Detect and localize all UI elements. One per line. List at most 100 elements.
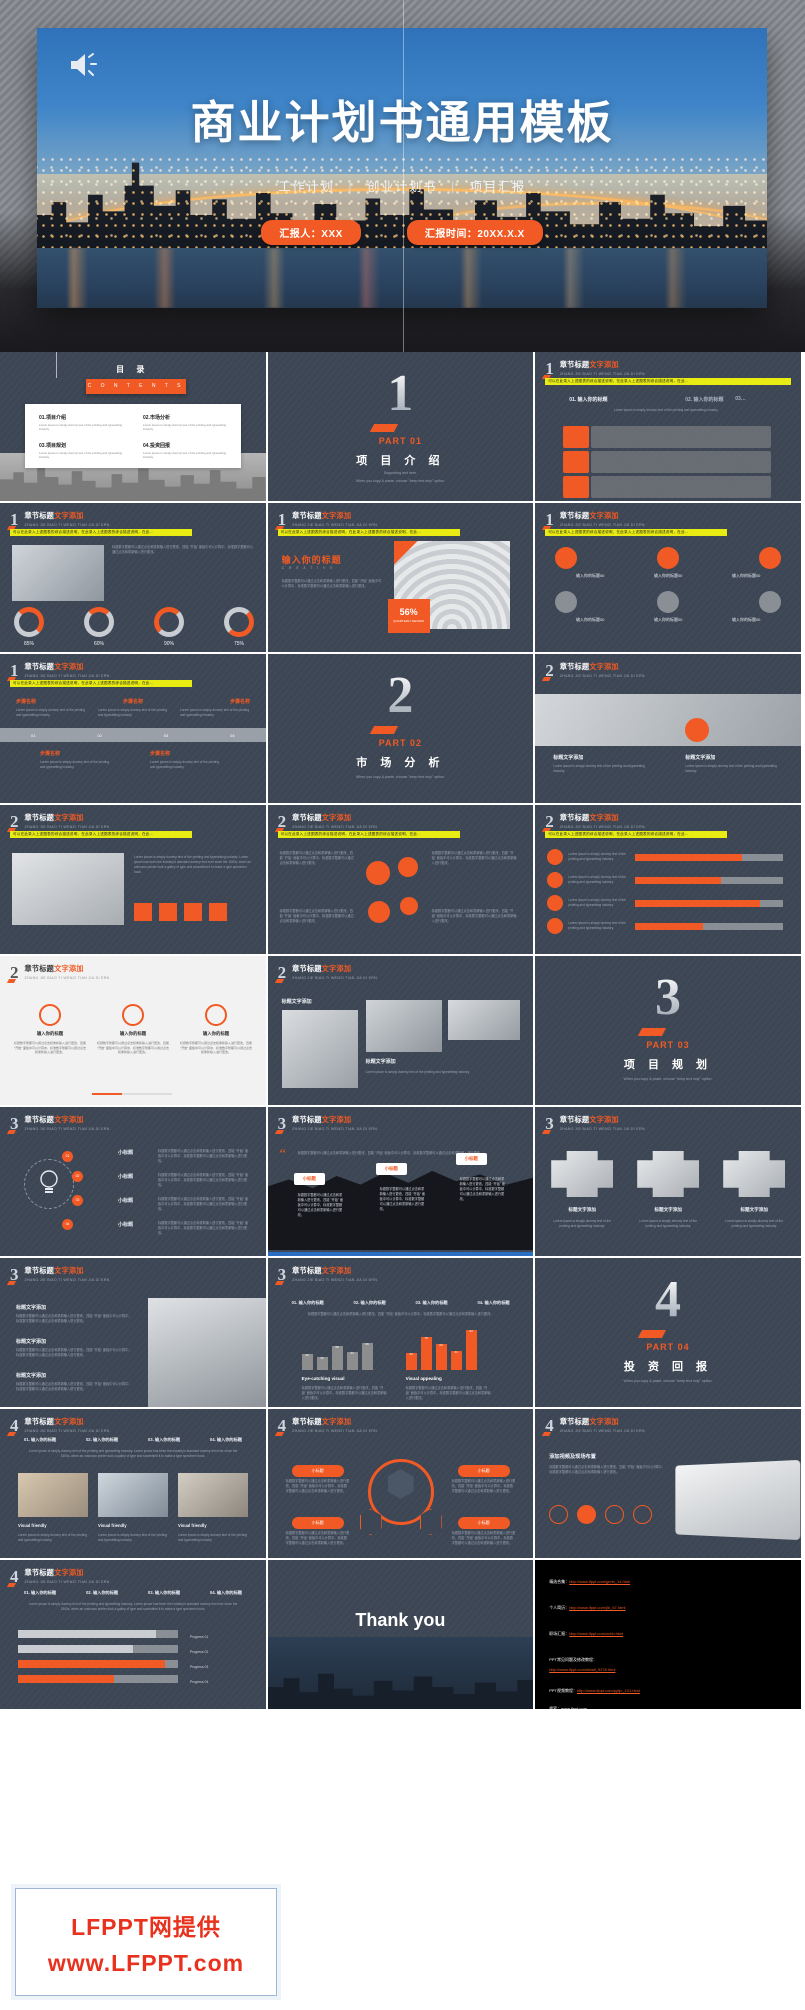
slide-thumb-text-list-photo[interactable]: 3 章节标题文字添加 ZHANG JIE BIAO TI WENZI TIAN … [0,1258,266,1407]
home-icon[interactable] [365,861,390,885]
row-label-3: 小标题 [118,1222,134,1228]
slide-thumb-bulb-timeline[interactable]: 3 章节标题文字添加 ZHANG JIE BIAO TI WENZI TIAN … [0,1107,266,1256]
card[interactable]: 输入你的标题 标题数字整都可以通过点击和重新输入进行更改，四能 "开始" 面板中… [14,1004,86,1055]
icon-circle[interactable] [657,591,680,613]
list-icon[interactable] [547,849,564,865]
step-label-2: 步骤名称 [229,699,250,705]
tag-icon[interactable] [399,897,418,915]
icon-circle[interactable] [759,591,782,613]
list-icon[interactable] [547,872,564,888]
slide-thumb-text-columns[interactable]: 2 章节标题文字添加 ZHANG JIE BIAO TI WENZI TIAN … [267,805,534,954]
slide-thumb-part-02[interactable]: 2 PART 02 市 场 分 析 When you copy & paste,… [267,654,534,803]
tab-01[interactable]: 01. 输入你的标题 [569,396,607,403]
chart-tab-0[interactable]: 01. 输入你的标题 [292,1300,324,1306]
icon-circle[interactable] [555,591,578,613]
slide-thumb-links[interactable]: 精选合集：http://www.lfppt.com/jpmb_14.html 个… [535,1560,801,1709]
slide-thumb-part-03[interactable]: 3 PART 03 项 目 规 划 When you copy & paste,… [535,956,801,1105]
donut-value: 60% [93,641,104,647]
rank-tab-2[interactable]: 03. 输入你的标题 [148,1590,180,1596]
tab-03[interactable]: 03… [735,396,746,402]
part-label: PART 01 [378,436,423,446]
section-header: 1 章节标题文字添加 ZHANG JIE BIAO TI WENZI TIAN … [545,511,645,528]
slide-thumb-progress-bars[interactable]: 2 章节标题文字添加 ZHANG JIE BIAO TI WENZI TIAN … [535,805,801,954]
mail-icon[interactable] [633,1505,653,1524]
section-header: 4 章节标题文字添加 ZHANG JIE BIAO TI WENZI TIAN … [10,1568,110,1585]
tab-02[interactable]: 02. 输入你的标题 [685,396,723,403]
icon-tile[interactable] [159,903,177,921]
search-line: 搜索：www.lfppt.com [549,1706,587,1709]
chart-tab-1[interactable]: 02. 输入你的标题 [354,1300,386,1306]
link-url-1[interactable]: http://www.lfppt.com/jlb_67.html [569,1605,625,1610]
slide-thumb-three-cards[interactable]: 2 章节标题文字添加 ZHANG JIE BIAO TI WENZI TIAN … [0,956,266,1105]
card[interactable]: 输入你的标题 标题数字整都可以通过点击和重新输入进行更改，四能 "开始" 面板中… [97,1004,169,1055]
rank-tab-3[interactable]: 04. 输入你的标题 [210,1590,242,1596]
slide-thumb-ranking-bars[interactable]: 4 章节标题文字添加 ZHANG JIE BIAO TI WENZI TIAN … [0,1560,266,1709]
slide-thumb-thank-you[interactable]: Thank you [267,1560,534,1709]
slide-thumb-six-icons[interactable]: 1 章节标题文字添加 ZHANG JIE BIAO TI WENZI TIAN … [535,503,801,652]
photo-tab-3[interactable]: 04. 输入你的标题 [210,1437,242,1443]
section-number: 2 [545,812,554,831]
icon-circle[interactable] [759,547,782,569]
link-url-0[interactable]: http://www.lfppt.com/jpmb_14.html [569,1579,630,1584]
highlight-bar: 可以在此录入上述图表的综合描述说明，在此录入上述图表的综合描述说明，在此… [10,529,192,536]
chart-caption-left: Eye-catching visual [301,1376,345,1381]
section-number: 2 [10,812,19,831]
target-icon[interactable] [577,1505,597,1524]
icon-label: 输入你的标题00 [575,573,605,578]
slide-thumb-puzzle[interactable]: 3 章节标题文字添加 ZHANG JIE BIAO TI WENZI TIAN … [535,1107,801,1256]
card[interactable]: 输入你的标题 标题数字整都可以通过点击和重新输入进行更改，四能 "开始" 面板中… [180,1004,252,1055]
photo-tab-1[interactable]: 02. 输入你的标题 [86,1437,118,1443]
icon-tile-1[interactable] [563,426,590,448]
slide-thumb-contents[interactable]: 目 录 C O N T E N T S 01.项目介绍 Lorem ipsum … [0,352,266,501]
icon-tile[interactable] [134,903,152,921]
laptop-mockup [675,1459,801,1541]
chart-icon[interactable] [367,901,390,923]
section-number: 2 [545,661,554,680]
rank-tab-0[interactable]: 01. 输入你的标题 [24,1590,56,1596]
slide-thumb-two-photo-cards[interactable]: 2 章节标题文字添加 ZHANG JIE BIAO TI WENZI TIAN … [535,654,801,803]
slide-thumb-creative[interactable]: 1 章节标题文字添加 ZHANG JIE BIAO TI WENZI TIAN … [267,503,534,652]
slide-thumb-photo-grid[interactable]: 2 章节标题文字添加 ZHANG JIE BIAO TI WENZI TIAN … [267,956,534,1105]
donut-row: 85% 60% 90% 75% [14,607,254,647]
slide-thumb-part-04[interactable]: 4 PART 04 投 资 回 报 When you copy & paste,… [535,1258,801,1407]
slide-thumb-desk-icons[interactable]: 2 章节标题文字添加 ZHANG JIE BIAO TI WENZI TIAN … [0,805,266,954]
slide-thumb-timeline[interactable]: 1 章节标题文字添加 ZHANG JIE BIAO TI WENZI TIAN … [0,654,266,803]
slide-thumb-part-01[interactable]: 1 PART 01 项 目 介 绍 Supporting text here. … [267,352,534,501]
chart-icon[interactable] [605,1505,625,1524]
chart-tab-3[interactable]: 04. 输入你的标题 [477,1300,509,1306]
divider [92,1093,172,1095]
slide-thumb-image-donuts[interactable]: 1 章节标题文字添加 ZHANG JIE BIAO TI WENZI TIAN … [0,503,266,652]
photo-tab-2[interactable]: 03. 输入你的标题 [148,1437,180,1443]
bubble-2: 小标题 [455,1153,487,1165]
edit-icon[interactable] [397,857,418,877]
slide-thumb-three-photos[interactable]: 4 章节标题文字添加 ZHANG JIE BIAO TI WENZI TIAN … [0,1409,266,1558]
section-title: 章节标题文字添加 [24,662,84,671]
card-desc-right: Lorem ipsum is simply dummy text of the … [685,764,777,773]
photo-tab-0[interactable]: 01. 输入你的标题 [24,1437,56,1443]
icon-tile-3[interactable] [563,476,590,498]
slide-thumb-quote-waves[interactable]: 3 章节标题文字添加 ZHANG JIE BIAO TI WENZI TIAN … [267,1107,534,1256]
icon-tile[interactable] [184,903,202,921]
icon-circle[interactable] [657,547,680,569]
rank-tab-1[interactable]: 02. 输入你的标题 [86,1590,118,1596]
slide-thumb-icon-list[interactable]: 1 章节标题文字添加 ZHANG JIE BIAO TI WENZI TIAN … [535,352,801,501]
brand-card: LFPPT网提供 www.LFPPT.com [15,1888,277,1996]
icon-tile[interactable] [209,903,227,921]
play-icon[interactable] [549,1505,569,1524]
rank-row-label-3: Progress 04 [190,1680,209,1684]
list-icon[interactable] [547,895,564,911]
link-url-3[interactable]: http://www.lfppt.com/detail_5278.html [549,1666,640,1673]
search-icon[interactable] [685,718,710,742]
section-subtitle: ZHANG JIE BIAO TI WENZI TIAN JIA DI ERN [24,674,110,678]
icon-tile-2[interactable] [563,451,590,473]
link-url-4[interactable]: http://www.lfppt.com/pptjc_101.html [577,1688,640,1693]
section-header: 2 章节标题文字添加 ZHANG JIE BIAO TI WENZI TIAN … [10,964,110,981]
photo-city [148,1298,266,1407]
chart-tab-2[interactable]: 03. 输入你的标题 [416,1300,448,1306]
icon-circle[interactable] [555,547,578,569]
list-icon[interactable] [547,918,564,934]
slide-thumb-laptop[interactable]: 4 章节标题文字添加 ZHANG JIE BIAO TI WENZI TIAN … [535,1409,801,1558]
slide-thumb-hexagon-cycle[interactable]: 4 章节标题文字添加 ZHANG JIE BIAO TI WENZI TIAN … [267,1409,534,1558]
slide-thumb-bar-chart[interactable]: 3 章节标题文字添加 ZHANG JIE BIAO TI WENZI TIAN … [267,1258,534,1407]
link-url-2[interactable]: http://www.lfppt.com/zchb.html [569,1631,623,1636]
